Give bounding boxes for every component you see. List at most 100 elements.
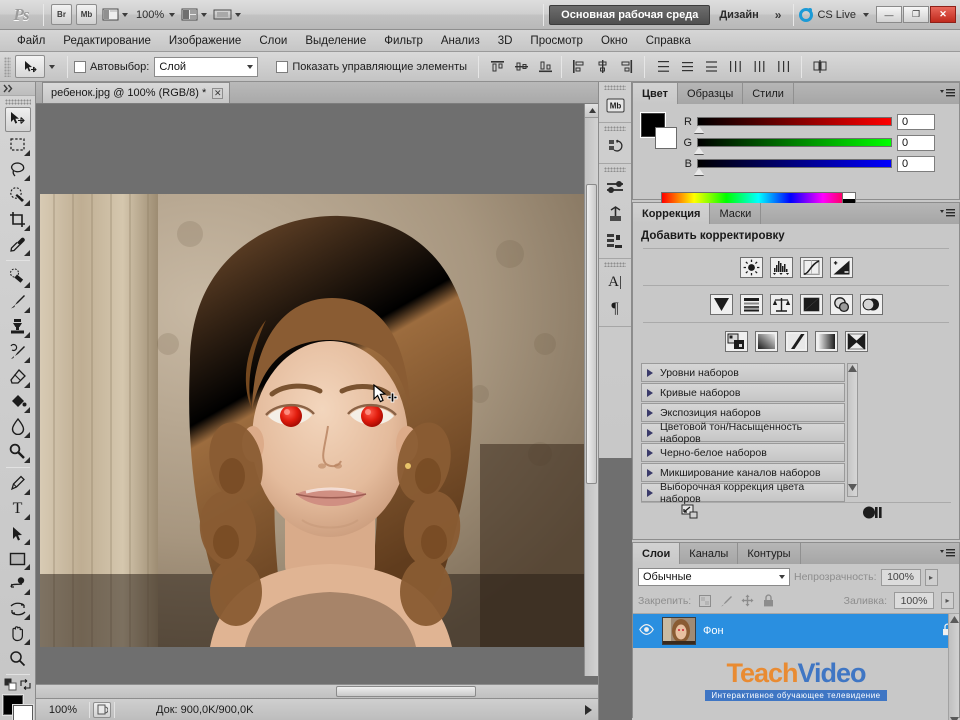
styles-button[interactable] (602, 201, 628, 227)
gradient-map-button[interactable] (814, 331, 838, 352)
distribute-left-edges-button[interactable] (724, 56, 746, 78)
align-right-edges-button[interactable] (615, 56, 637, 78)
canvas-viewport[interactable] (36, 104, 598, 698)
green-slider-track[interactable] (694, 138, 892, 154)
preset-item-exposure[interactable]: Экспозиция наборов (641, 403, 845, 422)
preset-item-hue-saturation[interactable]: Цветовой тон/Насыщенность наборов (641, 421, 845, 445)
tab-layers[interactable]: Слои (633, 543, 681, 564)
menu-filter[interactable]: Фильтр (375, 31, 432, 51)
close-icon[interactable]: ✕ (212, 87, 224, 99)
brush-tool[interactable] (5, 289, 31, 314)
view-extras-button[interactable] (100, 4, 130, 25)
menu-image[interactable]: Изображение (160, 31, 250, 51)
dock-grip[interactable] (604, 126, 626, 131)
scroll-up-button[interactable] (585, 104, 599, 118)
tab-swatches[interactable]: Образцы (678, 83, 744, 104)
blue-slider-track[interactable] (694, 159, 892, 175)
crop-tool[interactable] (5, 207, 31, 232)
3d-object-rotate-tool[interactable] (5, 571, 31, 596)
red-slider-thumb[interactable] (694, 126, 704, 133)
lock-all-button[interactable] (761, 594, 775, 608)
scroll-up-icon[interactable] (949, 616, 959, 623)
horizontal-type-tool[interactable]: T (5, 496, 31, 521)
eyedropper-tool[interactable] (5, 232, 31, 257)
preset-item-black-white[interactable]: Черно-белое наборов (641, 443, 845, 462)
opacity-stepper[interactable]: ▸ (924, 568, 938, 586)
minimize-button[interactable]: — (876, 6, 902, 23)
canvas-horizontal-scrollbar[interactable] (36, 684, 598, 698)
screen-mode-button[interactable] (211, 4, 243, 25)
color-balance-button[interactable] (769, 294, 793, 315)
restore-button[interactable]: ❐ (903, 6, 929, 23)
tools-panel-grip[interactable] (4, 99, 31, 105)
autoselect-checkbox[interactable] (74, 60, 86, 73)
tab-color[interactable]: Цвет (633, 83, 679, 104)
threshold-button[interactable] (784, 331, 808, 352)
tools-panel-collapse-button[interactable] (0, 82, 35, 96)
brightness-contrast-button[interactable] (739, 257, 763, 278)
options-bar-grip[interactable] (4, 56, 11, 77)
color-panel-menu-button[interactable] (939, 87, 955, 100)
canvas-vertical-scrollbar[interactable] (584, 104, 599, 676)
adjustments-panel-menu-button[interactable] (939, 207, 955, 220)
photo-filter-button[interactable] (829, 294, 853, 315)
vibrance-button[interactable] (709, 294, 733, 315)
blend-mode-select[interactable]: Обычные (638, 568, 790, 586)
document-tab[interactable]: ребенок.jpg @ 100% (RGB/8) * ✕ (42, 82, 231, 103)
curves-button[interactable] (799, 257, 823, 278)
autoselect-select[interactable]: Слой (154, 56, 259, 77)
lock-position-button[interactable] (740, 594, 754, 608)
layers-panel-menu-button[interactable] (939, 547, 955, 560)
zoom-percent-field[interactable]: 100% (40, 702, 86, 718)
workspace-more-button[interactable]: » (768, 8, 789, 22)
dock-grip[interactable] (604, 167, 626, 172)
quick-selection-tool[interactable] (5, 182, 31, 207)
fill-value-field[interactable]: 100% (894, 592, 934, 609)
launch-mini-bridge-button[interactable]: Mb (76, 4, 97, 25)
exposure-button[interactable] (829, 257, 853, 278)
align-vertical-centers-button[interactable] (510, 56, 532, 78)
invert-button[interactable] (724, 331, 748, 352)
mini-bridge-button[interactable]: Mb (602, 92, 628, 118)
lasso-tool[interactable] (5, 157, 31, 182)
tab-paths[interactable]: Контуры (738, 543, 801, 564)
tab-channels[interactable]: Каналы (680, 543, 739, 564)
green-slider-thumb[interactable] (694, 147, 704, 154)
menu-select[interactable]: Выделение (296, 31, 375, 51)
tab-styles[interactable]: Стили (743, 83, 794, 104)
cs-live-button[interactable]: CS Live (799, 7, 869, 22)
align-left-edges-button[interactable] (567, 56, 589, 78)
blur-tool[interactable] (5, 414, 31, 439)
menu-file[interactable]: Файл (8, 31, 54, 51)
adjustment-presets-list[interactable]: Уровни наборов Кривые наборов Экспозиция… (641, 363, 953, 505)
opacity-value-field[interactable]: 100% (880, 568, 921, 586)
paragraph-button[interactable]: ¶ (602, 296, 628, 322)
menu-help[interactable]: Справка (637, 31, 700, 51)
menu-3d[interactable]: 3D (489, 31, 522, 51)
dodge-tool[interactable] (5, 439, 31, 464)
red-slider-track[interactable] (694, 117, 892, 133)
horizontal-scrollbar-thumb[interactable] (336, 686, 476, 697)
move-tool[interactable] (4, 107, 31, 132)
distribute-bottom-edges-button[interactable] (700, 56, 722, 78)
return-to-adjustment-list-button[interactable] (681, 504, 699, 523)
vertical-scrollbar-thumb[interactable] (586, 184, 597, 484)
color-panel-background-swatch[interactable] (655, 127, 677, 149)
scroll-up-icon[interactable] (848, 365, 857, 372)
menu-window[interactable]: Окно (592, 31, 637, 51)
spot-healing-brush-tool[interactable] (5, 264, 31, 289)
hue-saturation-button[interactable] (739, 294, 763, 315)
tab-adjustments[interactable]: Коррекция (633, 203, 711, 224)
gradient-tool[interactable] (5, 389, 31, 414)
distribute-right-edges-button[interactable] (772, 56, 794, 78)
tool-preset-picker[interactable] (15, 55, 45, 78)
lock-image-pixels-button[interactable] (719, 594, 733, 608)
dock-grip[interactable] (604, 262, 626, 267)
lock-transparent-pixels-button[interactable] (698, 594, 712, 608)
layer-comps-button[interactable] (602, 228, 628, 254)
layer-name[interactable]: Фон (703, 625, 935, 637)
menu-view[interactable]: Просмотр (521, 31, 592, 51)
zoom-tool[interactable] (5, 646, 31, 671)
distribute-vertical-centers-button[interactable] (676, 56, 698, 78)
blue-slider-thumb[interactable] (694, 168, 704, 175)
